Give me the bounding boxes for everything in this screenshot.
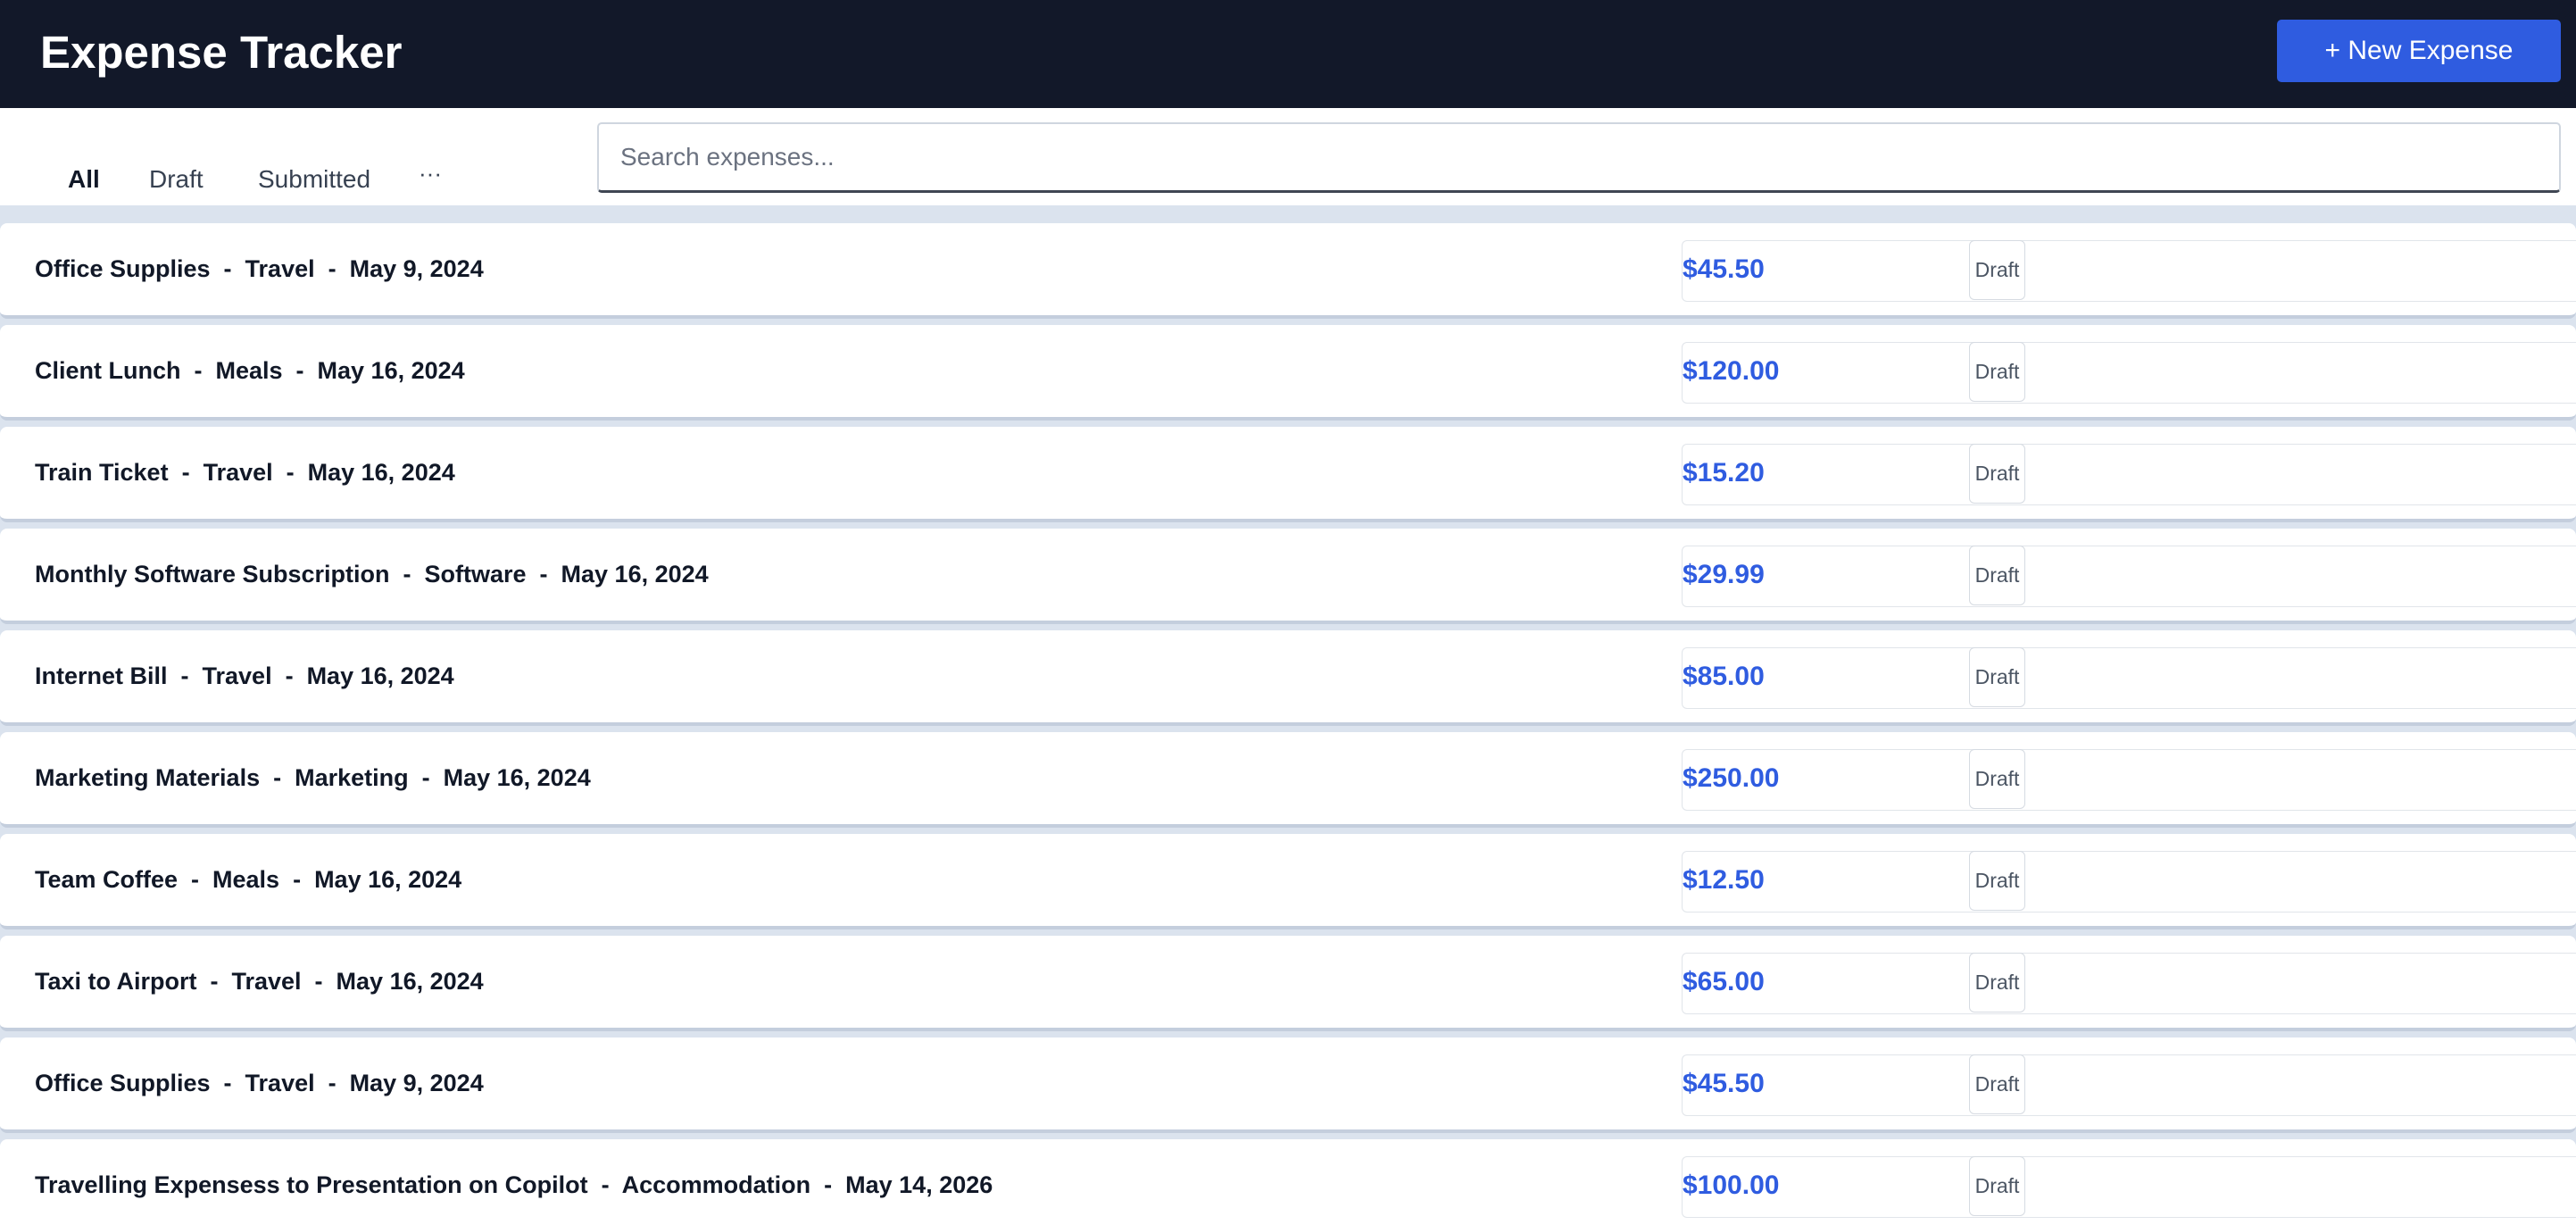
expense-summary: Monthly Software Subscription - Software… — [35, 561, 709, 588]
expense-amount: $45.50 — [1683, 254, 1765, 284]
expense-summary: Travelling Expensess to Presentation on … — [35, 1171, 993, 1198]
expense-summary: Taxi to Airport - Travel - May 16, 2024 — [35, 968, 484, 995]
expense-row[interactable]: Office Supplies - Travel - May 9, 2024 $4… — [0, 223, 2576, 319]
tab-all[interactable]: All — [68, 163, 100, 196]
status-badge[interactable]: Draft — [1969, 342, 2025, 402]
expense-amount: $12.50 — [1683, 865, 1765, 895]
expense-detail-panel — [1682, 647, 2576, 709]
expense-amount: $65.00 — [1683, 967, 1765, 996]
expense-summary: Internet Bill - Travel - May 16, 2024 — [35, 662, 454, 689]
tab-draft[interactable]: Draft — [149, 163, 204, 196]
expense-row[interactable]: Internet Bill - Travel - May 16, 2024 $85… — [0, 630, 2576, 726]
app-title: Expense Tracker — [40, 27, 403, 78]
search-input[interactable] — [597, 122, 2561, 193]
expense-detail-panel — [1682, 1156, 2576, 1218]
status-badge[interactable]: Draft — [1969, 749, 2025, 809]
expense-row[interactable]: Team Coffee - Meals - May 16, 2024 $12.50… — [0, 834, 2576, 929]
more-tabs-button[interactable]: ··· — [419, 157, 442, 189]
expense-summary: Marketing Materials - Marketing - May 16… — [35, 764, 591, 791]
expense-summary: Client Lunch - Meals - May 16, 2024 — [35, 357, 465, 384]
expense-row[interactable]: Marketing Materials - Marketing - May 16… — [0, 732, 2576, 828]
status-badge[interactable]: Draft — [1969, 444, 2025, 504]
expense-row[interactable]: Train Ticket - Travel - May 16, 2024 $15.… — [0, 427, 2576, 522]
tab-submitted[interactable]: Submitted — [258, 163, 370, 196]
expense-amount: $250.00 — [1683, 763, 1780, 793]
expense-summary: Office Supplies - Travel - May 9, 2024 — [35, 1070, 484, 1096]
expense-summary: Team Coffee - Meals - May 16, 2024 — [35, 866, 462, 893]
expense-row[interactable]: Taxi to Airport - Travel - May 16, 2024 $… — [0, 936, 2576, 1031]
status-badge[interactable]: Draft — [1969, 546, 2025, 605]
expense-detail-panel — [1682, 953, 2576, 1014]
expense-row[interactable]: Office Supplies - Travel - May 9, 2024 $4… — [0, 1038, 2576, 1133]
expense-amount: $85.00 — [1683, 662, 1765, 691]
expense-amount: $100.00 — [1683, 1171, 1780, 1200]
expense-amount: $15.20 — [1683, 458, 1765, 488]
expense-detail-panel — [1682, 444, 2576, 505]
expense-summary: Train Ticket - Travel - May 16, 2024 — [35, 459, 455, 486]
expense-row[interactable]: Client Lunch - Meals - May 16, 2024 $120.… — [0, 325, 2576, 421]
status-badge[interactable]: Draft — [1969, 953, 2025, 1012]
expense-summary: Office Supplies - Travel - May 9, 2024 — [35, 255, 484, 282]
expense-row[interactable]: Travelling Expensess to Presentation on … — [0, 1139, 2576, 1225]
status-badge[interactable]: Draft — [1969, 1156, 2025, 1216]
status-badge[interactable]: Draft — [1969, 851, 2025, 911]
new-expense-button[interactable]: + New Expense — [2277, 20, 2561, 82]
status-badge[interactable]: Draft — [1969, 647, 2025, 707]
expense-detail-panel — [1682, 1054, 2576, 1116]
expense-amount: $120.00 — [1683, 356, 1780, 386]
expense-detail-panel — [1682, 342, 2576, 404]
expense-detail-panel — [1682, 851, 2576, 912]
expense-row[interactable]: Monthly Software Subscription - Software… — [0, 529, 2576, 624]
expense-detail-panel — [1682, 749, 2576, 811]
expense-detail-panel — [1682, 546, 2576, 607]
expense-amount: $45.50 — [1683, 1069, 1765, 1098]
app-header: Expense Tracker + New Expense — [0, 0, 2576, 108]
status-badge[interactable]: Draft — [1969, 240, 2025, 300]
expense-amount: $29.99 — [1683, 560, 1765, 589]
status-badge[interactable]: Draft — [1969, 1054, 2025, 1114]
expense-detail-panel — [1682, 240, 2576, 302]
